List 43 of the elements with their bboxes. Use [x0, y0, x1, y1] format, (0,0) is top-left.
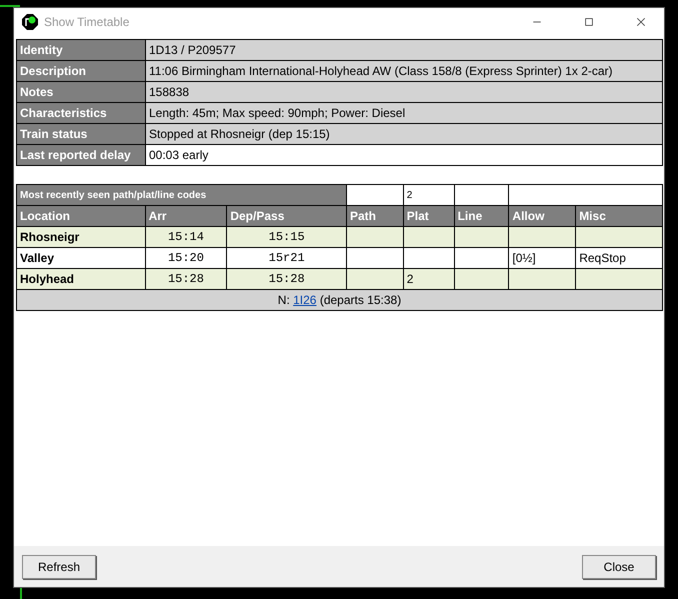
refresh-button[interactable]: Refresh	[22, 554, 96, 578]
next-label: N:	[278, 293, 290, 307]
column-header: Arr	[145, 206, 227, 226]
table-cell: Rhosneigr	[16, 226, 146, 248]
table-cell: [0½]	[508, 248, 576, 268]
table-cell: ReqStop	[576, 248, 662, 268]
field-value: 00:03 early	[146, 144, 662, 166]
table-cell: 15r21	[226, 248, 346, 268]
close-icon[interactable]	[635, 16, 647, 28]
column-header: Location	[16, 206, 146, 226]
field-label: Description	[16, 60, 146, 82]
field-label: Characteristics	[16, 102, 146, 124]
train-link[interactable]: 1I26	[293, 293, 316, 307]
field-label: Train status	[16, 124, 146, 144]
table-cell: 2	[403, 184, 454, 206]
table-cell: 15:20	[145, 248, 227, 268]
codes-label: Most recently seen path/plat/line codes	[16, 184, 346, 206]
column-header: Misc	[576, 206, 662, 226]
field-label: Last reported delay	[16, 144, 146, 166]
column-header: Path	[346, 206, 404, 226]
field-value: 11:06 Birmingham International-Holyhead AW (Class 158/8 (Express Sprinter) 1x 2-car)	[146, 60, 662, 82]
table-cell: 15:15	[226, 226, 346, 248]
column-header: Allow	[508, 206, 576, 226]
app-icon	[22, 14, 38, 30]
field-label: Identity	[16, 40, 146, 60]
field-value: Length: 45m; Max speed: 90mph; Power: Diesel	[146, 102, 662, 124]
maximize-icon[interactable]	[583, 16, 595, 28]
table-cell: 15:14	[145, 226, 227, 248]
column-header: Line	[454, 206, 509, 226]
table-cell: 15:28	[145, 268, 227, 290]
table-cell: 15:28	[226, 268, 346, 290]
table-cell: Holyhead	[16, 268, 146, 290]
departure-text: (departs 15:38)	[320, 293, 402, 307]
column-header: Dep/Pass	[226, 206, 346, 226]
close-button[interactable]: Close	[582, 554, 656, 578]
field-value: Stopped at Rhosneigr (dep 15:15)	[146, 124, 662, 144]
field-value: 1D13 / P209577	[146, 40, 662, 60]
field-label: Notes	[16, 82, 146, 102]
window-title: Show Timetable	[44, 14, 130, 28]
table-cell: Valley	[16, 248, 146, 268]
table-cell: 2	[403, 268, 454, 290]
field-value: 158838	[146, 82, 662, 102]
column-header: Plat	[403, 206, 454, 226]
